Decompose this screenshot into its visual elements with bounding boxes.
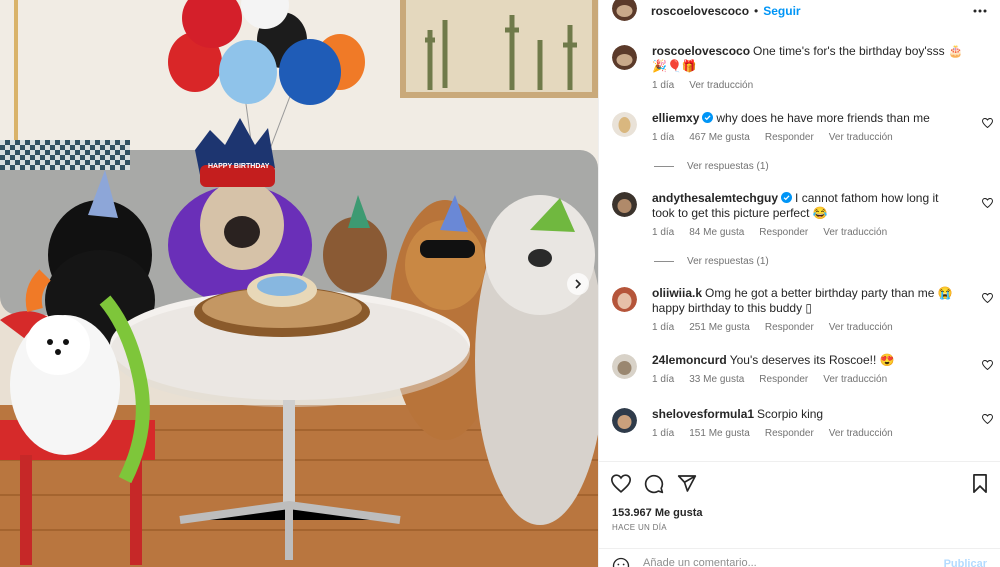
translate-link[interactable]: Ver traducción — [823, 227, 887, 238]
reply-button[interactable]: Responder — [759, 227, 808, 238]
chevron-right-icon — [575, 279, 582, 289]
verified-badge-icon — [702, 112, 714, 123]
action-buttons — [610, 474, 697, 497]
paper-plane-icon — [677, 475, 697, 492]
comment-item: 24lemoncurd You's deserves its Roscoe!! 😍… — [612, 353, 997, 385]
comment-item: elliemxy why does he have more friends th… — [612, 111, 997, 143]
comment-button[interactable] — [644, 474, 664, 497]
comment-item: oliiwiia.k Omg he got a better birthday p… — [612, 286, 997, 333]
commenter-avatar[interactable] — [612, 112, 637, 137]
bookmark-icon — [973, 474, 987, 493]
comment-likes[interactable]: 33 Me gusta — [689, 374, 744, 385]
author-avatar[interactable] — [612, 0, 637, 21]
follow-button[interactable]: Seguir — [763, 4, 800, 18]
comments-list[interactable]: roscoelovescoco One time's for's the birt… — [599, 36, 1000, 460]
view-replies-button[interactable]: Ver respuestas (1) — [654, 161, 769, 172]
translate-link[interactable]: Ver traducción — [829, 428, 893, 439]
comment-likes[interactable]: 251 Me gusta — [689, 322, 750, 333]
post-actions: 153.967 Me gusta HACE UN DÍA Publicar — [599, 461, 1000, 567]
comment-time: 1 día — [652, 428, 675, 439]
heart-icon — [981, 117, 994, 129]
comment-username[interactable]: shelovesformula1 — [652, 407, 754, 421]
post-caption: roscoelovescoco One time's for's the birt… — [612, 44, 997, 91]
view-replies-button[interactable]: Ver respuestas (1) — [654, 256, 769, 267]
comment-username[interactable]: 24lemoncurd — [652, 353, 727, 367]
comment-like-button[interactable] — [981, 117, 994, 131]
caption-translate-link[interactable]: Ver traducción — [689, 80, 753, 91]
share-button[interactable] — [677, 474, 697, 497]
comment-like-button[interactable] — [981, 197, 994, 211]
comment-input[interactable] — [643, 557, 933, 567]
comment-likes[interactable]: 151 Me gusta — [689, 428, 750, 439]
more-options-button[interactable] — [973, 2, 987, 16]
comment-icon — [644, 474, 664, 494]
emoji-button[interactable] — [612, 557, 630, 567]
author-avatar[interactable] — [612, 45, 637, 70]
heart-icon — [981, 197, 994, 209]
heart-icon — [981, 413, 994, 425]
save-button[interactable] — [972, 474, 988, 496]
commenter-avatar[interactable] — [612, 408, 637, 433]
comment-username[interactable]: andythesalemtechguy — [652, 191, 778, 205]
publish-button[interactable]: Publicar — [944, 558, 987, 567]
like-button[interactable] — [610, 474, 632, 497]
comment-time: 1 día — [652, 374, 675, 385]
heart-icon — [981, 359, 994, 371]
comment-item: andythesalemtechguy I cannot fathom how l… — [612, 191, 997, 238]
caption-username[interactable]: roscoelovescoco — [652, 44, 750, 58]
caption-time: 1 día — [652, 80, 675, 91]
view-replies-label: Ver respuestas (1) — [687, 161, 769, 172]
comment-like-button[interactable] — [981, 359, 994, 373]
post-likes-count[interactable]: 153.967 Me gusta — [612, 507, 703, 519]
replies-divider — [654, 261, 674, 262]
comment-like-button[interactable] — [981, 413, 994, 427]
comment-time: 1 día — [652, 227, 675, 238]
birthday-dogs-photo: HAPPY BIRTHDAY — [0, 0, 598, 567]
separator-dot: • — [754, 4, 759, 18]
reply-button[interactable]: Responder — [765, 428, 814, 439]
replies-divider — [654, 166, 674, 167]
comment-text: why does he have more friends than me — [716, 111, 930, 125]
heart-icon — [981, 292, 994, 304]
next-image-button[interactable] — [567, 273, 589, 295]
comment-like-button[interactable] — [981, 292, 994, 306]
post-side-panel: roscoelovescoco • Seguir roscoelovescoco… — [598, 0, 1000, 567]
crown-banner-text: HAPPY BIRTHDAY — [208, 163, 270, 170]
reply-button[interactable]: Responder — [765, 132, 814, 143]
view-replies-label: Ver respuestas (1) — [687, 256, 769, 267]
comment-text: You's deserves its Roscoe!! 😍 — [729, 353, 895, 367]
translate-link[interactable]: Ver traducción — [829, 132, 893, 143]
comment-composer: Publicar — [599, 548, 1000, 567]
reply-button[interactable]: Responder — [765, 322, 814, 333]
post-header: roscoelovescoco • Seguir — [599, 0, 1000, 22]
reply-button[interactable]: Responder — [759, 374, 808, 385]
heart-icon — [610, 474, 632, 493]
comment-likes[interactable]: 84 Me gusta — [689, 227, 744, 238]
post-image[interactable]: HAPPY BIRTHDAY — [0, 0, 598, 567]
verified-badge-icon — [781, 192, 793, 203]
more-options-icon — [973, 9, 987, 13]
commenter-avatar[interactable] — [612, 287, 637, 312]
translate-link[interactable]: Ver traducción — [829, 322, 893, 333]
post-timestamp: HACE UN DÍA — [612, 523, 667, 532]
emoji-icon — [612, 557, 630, 567]
commenter-avatar[interactable] — [612, 192, 637, 217]
comment-username[interactable]: oliiwiia.k — [652, 286, 702, 300]
comment-username[interactable]: elliemxy — [652, 111, 699, 125]
author-username[interactable]: roscoelovescoco — [651, 4, 749, 18]
comment-likes[interactable]: 467 Me gusta — [689, 132, 750, 143]
commenter-avatar[interactable] — [612, 354, 637, 379]
comment-item: shelovesformula1 Scorpio king 1 día 151 M… — [612, 407, 997, 439]
translate-link[interactable]: Ver traducción — [823, 374, 887, 385]
comment-text: Scorpio king — [757, 407, 824, 421]
comment-time: 1 día — [652, 322, 675, 333]
comment-time: 1 día — [652, 132, 675, 143]
